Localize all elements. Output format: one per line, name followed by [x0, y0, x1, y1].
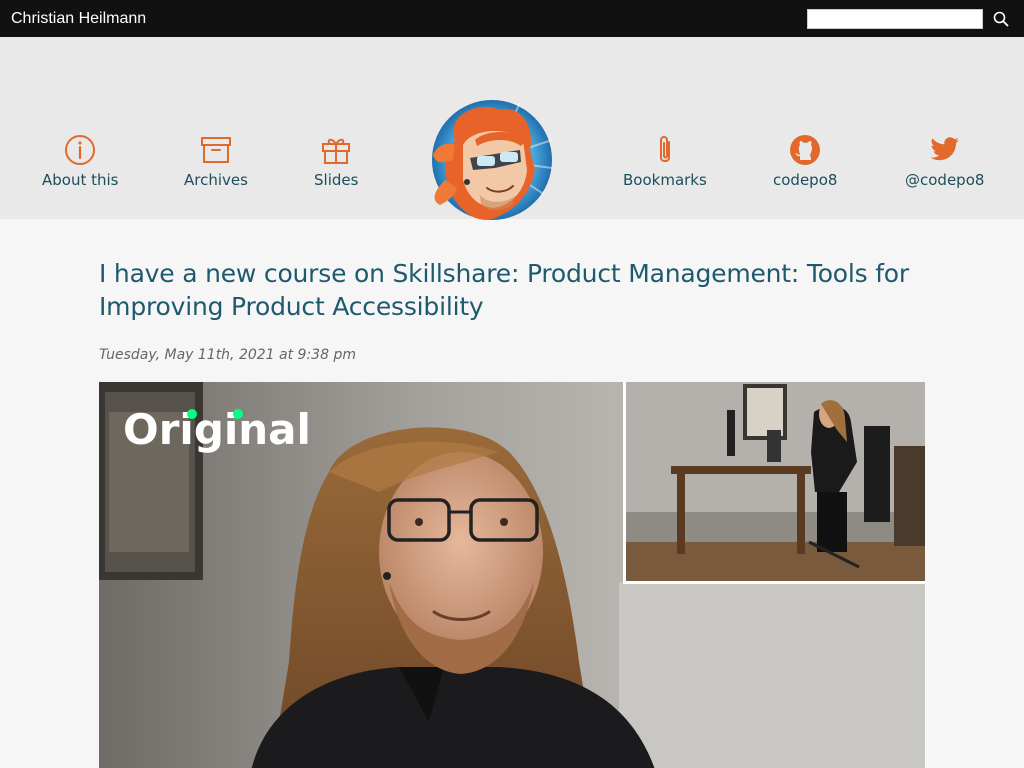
- info-circle-icon: [63, 133, 97, 167]
- search-input[interactable]: [807, 8, 983, 29]
- nav-twitter-label: @codepo8: [905, 171, 985, 189]
- top-bar: Christian Heilmann: [0, 0, 1024, 37]
- github-icon: [788, 133, 822, 167]
- post-date: Tuesday, May 11th, 2021 at 9:38 pm: [99, 347, 356, 363]
- site-name-link[interactable]: Christian Heilmann: [11, 10, 146, 28]
- nav-slides[interactable]: Slides: [314, 133, 358, 189]
- course-hero-image: Original: [99, 382, 925, 768]
- archive-box-icon: [199, 133, 233, 167]
- nav-twitter[interactable]: @codepo8: [905, 133, 984, 189]
- site-header: About this Archives Slides Bookmarks cod…: [0, 37, 1024, 220]
- search-form: [807, 7, 1013, 31]
- nav-github-label: codepo8: [773, 171, 838, 189]
- nav-archives[interactable]: Archives: [184, 133, 248, 189]
- author-avatar-illustration[interactable]: [425, 100, 555, 224]
- nav-bookmarks-label: Bookmarks: [623, 171, 707, 189]
- twitter-icon: [928, 133, 962, 167]
- nav-github[interactable]: codepo8: [773, 133, 837, 189]
- search-icon[interactable]: [989, 7, 1013, 31]
- nav-about[interactable]: About this: [42, 133, 119, 189]
- nav-bookmarks[interactable]: Bookmarks: [623, 133, 707, 189]
- original-badge-text: Original: [123, 405, 311, 454]
- gift-icon: [319, 133, 353, 167]
- nav-archives-label: Archives: [184, 171, 248, 189]
- nav-slides-label: Slides: [314, 171, 359, 189]
- post-title-link[interactable]: I have a new course on Skillshare: Produ…: [99, 257, 925, 323]
- main-content: I have a new course on Skillshare: Produ…: [99, 219, 925, 768]
- paperclip-icon: [648, 133, 682, 167]
- nav-about-label: About this: [42, 171, 119, 189]
